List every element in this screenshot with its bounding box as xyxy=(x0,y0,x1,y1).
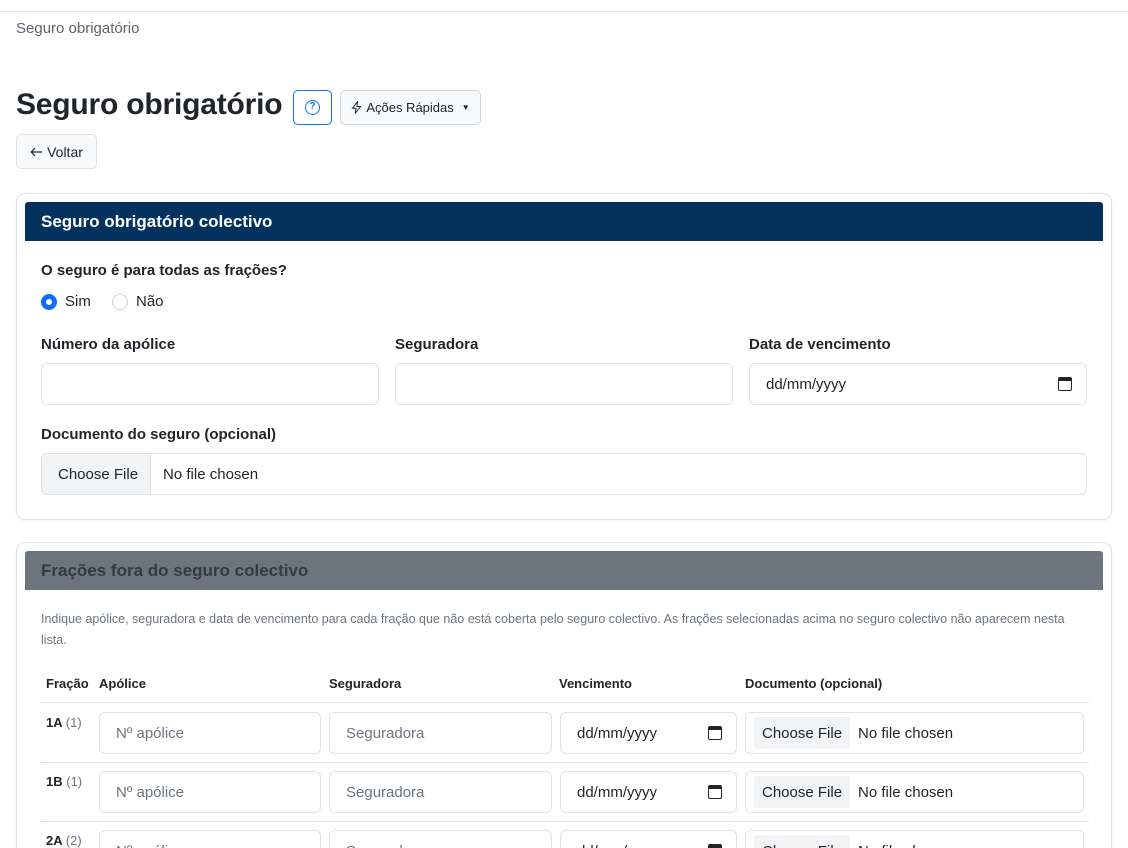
calendar-icon[interactable] xyxy=(708,844,722,848)
insurer-input[interactable] xyxy=(395,363,733,405)
row-insurer-input[interactable]: Seguradora xyxy=(329,712,552,754)
insurance-document-file-input[interactable]: Choose File No file chosen xyxy=(41,453,1087,495)
fraction-code: 1B xyxy=(46,774,63,789)
file-status: No file chosen xyxy=(850,835,953,848)
radio-sim[interactable]: Sim xyxy=(41,293,91,310)
page-title: Seguro obrigatório xyxy=(16,88,283,121)
quick-actions-label: Ações Rápidas xyxy=(366,100,454,115)
row-document-file-input[interactable]: Choose File No file chosen xyxy=(745,830,1084,848)
calendar-icon[interactable] xyxy=(1058,377,1072,391)
row-expiry-input[interactable]: dd/mm/yyyy xyxy=(560,830,737,848)
table-row-fraction: 2A (2) xyxy=(46,833,82,848)
calendar-icon[interactable] xyxy=(708,785,722,799)
fraction-code: 2A xyxy=(46,833,63,848)
file-status: No file chosen xyxy=(163,465,259,483)
caret-down-icon: ▼ xyxy=(461,103,470,112)
lightning-icon xyxy=(351,101,362,114)
arrow-left-icon xyxy=(30,147,43,156)
row-expiry-input[interactable]: dd/mm/yyyy xyxy=(560,771,737,813)
collective-card-header: Seguro obrigatório colectivo xyxy=(25,202,1103,241)
row-policy-input[interactable]: Nº apólice xyxy=(99,771,321,813)
table-row-fraction: 1B (1) xyxy=(46,774,82,789)
file-status: No file chosen xyxy=(858,724,954,742)
policy-number-label: Número da apólice xyxy=(41,336,176,353)
row-policy-input[interactable]: Nº apólice xyxy=(99,712,321,754)
breadcrumb[interactable]: Seguro obrigatório xyxy=(16,20,139,37)
column-header-fraction: Fração xyxy=(46,676,89,691)
row-expiry-placeholder: dd/mm/yyyy xyxy=(577,843,657,848)
insurance-document-label: Documento do seguro (opcional) xyxy=(41,426,276,443)
choose-file-button[interactable]: Choose File xyxy=(42,454,152,494)
row-divider xyxy=(41,762,1089,763)
choose-file-button[interactable]: Choose File xyxy=(754,717,851,749)
fraction-count: (1) xyxy=(65,715,82,730)
radio-sim-indicator[interactable] xyxy=(41,293,57,310)
row-divider xyxy=(41,821,1089,822)
choose-file-button[interactable]: Choose File xyxy=(754,776,851,808)
table-row-fraction: 1A (1) xyxy=(46,715,82,730)
back-label: Voltar xyxy=(47,143,83,160)
column-header-expiry: Vencimento xyxy=(559,676,632,691)
fraction-count: (1) xyxy=(66,774,83,789)
quick-actions-dropdown[interactable]: Ações Rápidas ▼ xyxy=(340,90,481,125)
excluded-help-text: Indique apólice, seguradora e data de ve… xyxy=(41,612,1065,647)
fraction-count: (2) xyxy=(65,833,82,848)
excluded-fractions-card: Frações fora do seguro colectivo Indique… xyxy=(16,542,1112,848)
help-button[interactable]: ? xyxy=(293,90,332,125)
column-header-policy: Apólice xyxy=(99,676,146,691)
column-header-document: Documento (opcional) xyxy=(745,676,883,691)
row-insurer-input[interactable]: Seguradora xyxy=(329,771,552,813)
row-document-file-input[interactable]: Choose File No file chosen xyxy=(745,712,1084,754)
row-policy-input[interactable]: Nº apólice xyxy=(99,830,321,848)
all-fractions-question: O seguro é para todas as frações? xyxy=(41,262,287,279)
expiry-date-placeholder: dd/mm/yyyy xyxy=(766,375,847,393)
back-button[interactable]: Voltar xyxy=(16,134,97,169)
radio-nao-indicator[interactable] xyxy=(112,293,128,310)
row-expiry-input[interactable]: dd/mm/yyyy xyxy=(560,712,737,754)
fraction-code: 1A xyxy=(46,715,63,730)
policy-number-input[interactable] xyxy=(41,363,379,405)
file-status: No file chosen xyxy=(858,783,954,801)
header-divider xyxy=(41,702,1089,703)
expiry-date-label: Data de vencimento xyxy=(749,336,891,353)
insurer-label: Seguradora xyxy=(395,336,479,353)
calendar-icon[interactable] xyxy=(708,726,722,740)
radio-nao-label: Não xyxy=(136,293,164,310)
row-insurer-input[interactable]: Seguradora xyxy=(329,830,552,848)
row-expiry-placeholder: dd/mm/yyyy xyxy=(577,724,658,742)
radio-nao[interactable]: Não xyxy=(112,293,164,310)
row-document-file-input[interactable]: Choose File No file chosen xyxy=(745,771,1084,813)
expiry-date-input[interactable]: dd/mm/yyyy xyxy=(749,363,1087,405)
excluded-card-header: Frações fora do seguro colectivo xyxy=(25,551,1103,590)
top-bar xyxy=(0,0,1128,12)
row-expiry-placeholder: dd/mm/yyyy xyxy=(577,783,658,801)
question-circle-icon: ? xyxy=(305,100,320,115)
collective-insurance-card: Seguro obrigatório colectivo O seguro é … xyxy=(16,193,1112,520)
radio-sim-label: Sim xyxy=(65,293,91,310)
column-header-insurer: Seguradora xyxy=(329,676,402,691)
choose-file-button[interactable]: Choose File xyxy=(754,835,851,848)
